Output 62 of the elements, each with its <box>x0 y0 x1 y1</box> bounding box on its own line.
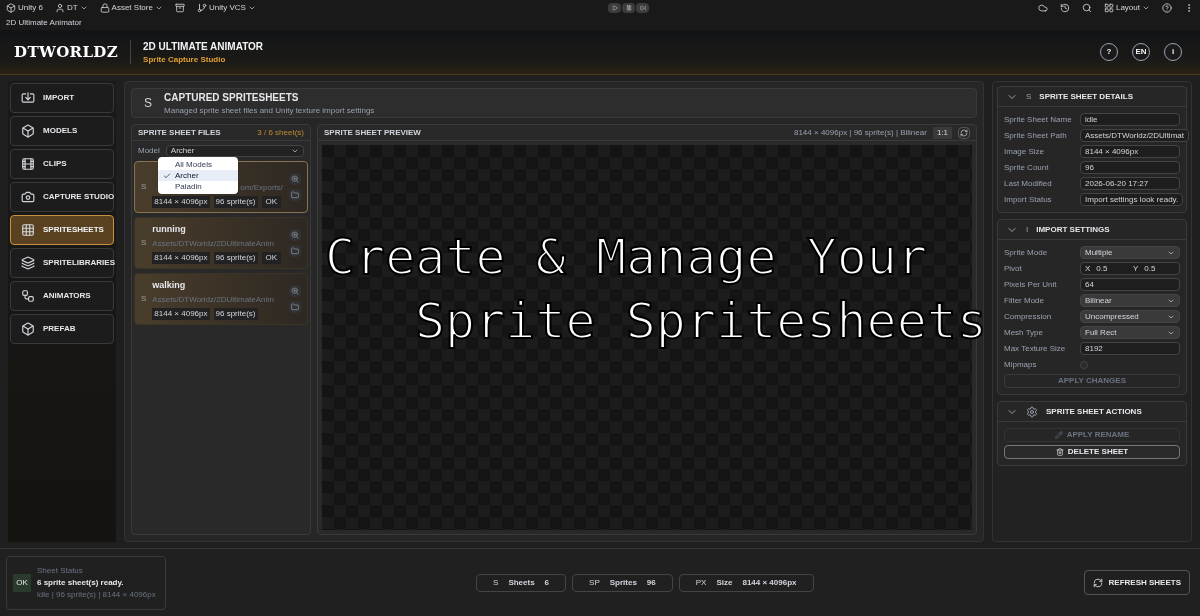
stat-value: 96 <box>646 576 656 589</box>
app-title: 2D ULTIMATE ANIMATOR <box>143 39 264 54</box>
status-detail: idle | 96 sprite(s) | 8144 × 4096px <box>37 588 156 601</box>
field-label: Sprite Mode <box>1004 246 1049 259</box>
field-label: Filter Mode <box>1004 294 1045 307</box>
sheet-letter: S <box>141 181 147 193</box>
overlay-headline: Create & Manage Your <box>325 227 928 288</box>
size-tag: 8144 × 4096px <box>152 308 210 320</box>
app-subtitle: Sprite Capture Studio <box>143 53 227 66</box>
overlay-headline: Sprite Spritesheets <box>415 291 987 352</box>
size-tag: 8144 × 4096px <box>152 196 210 208</box>
preview-info: 8144 × 4096px | 96 sprite(s) | Bilinear <box>793 126 927 139</box>
field-label: Image Size <box>1004 145 1046 158</box>
stat-symbol: SP <box>589 576 600 589</box>
sprite-count-tag: 96 sprite(s) <box>213 196 258 208</box>
section-title: SPRITE SHEET DETAILS <box>1039 90 1133 103</box>
field-label: Model <box>138 145 160 157</box>
sheet-path: Assets/DTWorldz/2DUltimateAnim <box>152 294 275 306</box>
field-label: Sprite Sheet Name <box>1004 113 1073 126</box>
page-subtitle: Managed sprite sheet files and Unity texture import settings <box>164 104 375 117</box>
stat-value: 8144 × 4096px <box>742 576 797 589</box>
field-label: Import Status <box>1004 193 1053 206</box>
field-label: Sprite Count <box>1004 161 1050 174</box>
sheet-name: walking <box>152 278 187 292</box>
ok-badge: OK <box>13 573 31 592</box>
sheet-path: om/Exports/ <box>240 182 283 194</box>
field-label: Sprite Sheet Path <box>1004 129 1068 142</box>
section-letter: S <box>1026 90 1032 103</box>
section-title: SPRITE SHEET ACTIONS <box>1046 405 1142 418</box>
panel-title: SPRITE SHEET FILES <box>138 126 221 139</box>
section-title: IMPORT SETTINGS <box>1036 223 1110 236</box>
sheet-letter: S <box>141 237 147 249</box>
stat-label: Sheets <box>508 576 535 589</box>
field-label: Compression <box>1004 310 1053 323</box>
stat-symbol: PX <box>695 576 707 589</box>
sheet-letter: S <box>141 293 147 305</box>
page-letter: S <box>144 95 152 112</box>
page-title: CAPTURED SPRITESHEETS <box>164 90 300 105</box>
panel-title: SPRITE SHEET PREVIEW <box>324 126 421 139</box>
stat-label: Size <box>716 576 733 589</box>
stat-label: Sprites <box>609 576 637 589</box>
stat-value: 6 <box>544 576 550 589</box>
sheet-path: Assets/DTWorldz/2DUltimateAnim <box>152 238 275 250</box>
field-label: Pivot <box>1004 262 1023 275</box>
status-label: Sheet Status <box>37 564 84 577</box>
field-label: Max Texture Size <box>1004 342 1067 355</box>
sheet-name: running <box>152 222 187 236</box>
field-label: Mipmaps <box>1004 358 1038 371</box>
status-message: 6 sprite sheet(s) ready. <box>37 576 125 589</box>
field-label: Last Modified <box>1004 177 1053 190</box>
status-tag: OK <box>261 252 282 264</box>
stat-symbol: S <box>493 576 499 589</box>
sprite-count-tag: 96 sprite(s) <box>213 252 258 264</box>
window-title: 2D Ultimate Animator <box>6 17 82 29</box>
section-letter: I <box>1026 223 1029 236</box>
field-label: Mesh Type <box>1004 326 1044 339</box>
field-label: Pixels Per Unit <box>1004 278 1058 291</box>
sheet-count: 3 / 6 sheet(s) <box>257 126 304 139</box>
sprite-count-tag: 96 sprite(s) <box>213 308 258 320</box>
status-tag: OK <box>261 196 282 208</box>
size-tag: 8144 × 4096px <box>152 252 210 264</box>
brand-logo: DTWORLDZ <box>14 41 119 63</box>
